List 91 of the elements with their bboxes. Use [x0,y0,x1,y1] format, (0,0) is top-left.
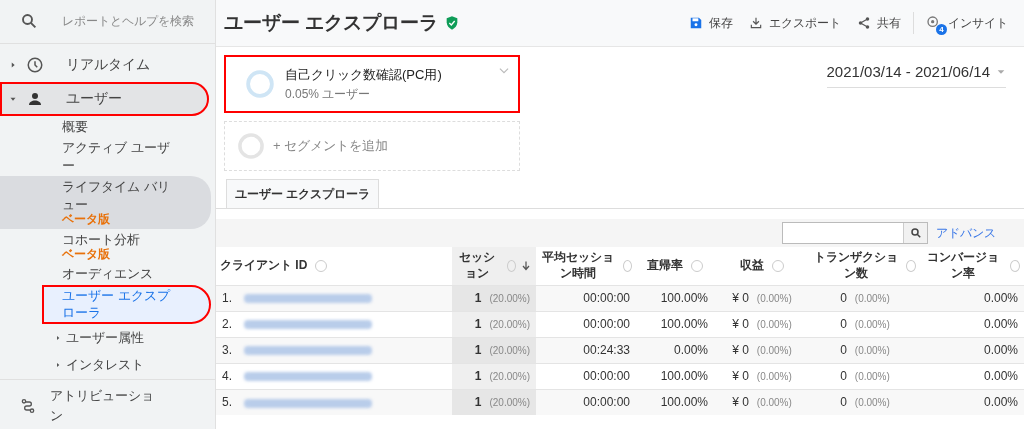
tab[interactable]: ユーザー エクスプローラ [226,179,380,208]
advanced-link[interactable]: アドバンス [936,224,996,242]
page-title: ユーザー エクスプローラ [224,11,439,35]
table-cell: 0 [840,291,847,305]
table-cell: (20.00%) [489,345,530,356]
notification-badge: 4 [936,24,947,35]
sidebar-subitem[interactable]: インタレスト [0,351,211,379]
table-cell: (0.00%) [756,319,792,330]
toolbar-button[interactable]: エクスポート [741,14,849,32]
share-icon [857,16,871,30]
table-cell: ¥ 0 [732,291,749,305]
sidebar-subitem[interactable]: 概要 [0,115,211,138]
table-cell: 100.00% [636,285,714,311]
nav-item[interactable]: アトリビューション [50,386,160,425]
table-cell: (0.00%) [756,293,792,304]
table-cell: 3. [222,343,232,357]
table-cell: ¥ 0 [732,395,749,410]
column-header[interactable]: トランザクション数 [810,247,920,285]
column-header[interactable]: セッション [452,247,536,285]
nav-item[interactable]: ユーザー [0,81,209,116]
table-cell: (20.00%) [489,319,530,330]
table-cell: ¥ 0 [732,343,749,357]
table-cell: (0.00%) [756,371,792,382]
route-icon [20,397,36,414]
date-range-picker[interactable]: 2021/03/14 - 2021/06/14 [826,59,1006,88]
table-cell: (0.00%) [756,397,792,409]
table-cell: 0 [840,395,847,410]
table-cell: 2. [222,317,232,331]
segment-detail: 0.05% ユーザー [285,85,372,103]
table-cell: (0.00%) [854,345,890,356]
table-cell: 0.00% [636,337,714,363]
table-cell: 0 [840,343,847,357]
table-cell: (0.00%) [756,345,792,356]
table-cell: 1 [474,343,482,357]
table-cell: 00:00:00 [536,389,636,415]
table-cell: ¥ 0 [732,317,749,331]
table-cell: 00:00:00 [536,285,636,311]
caret-icon [54,333,62,342]
beta-label: ベータ版 [62,213,110,227]
search-button[interactable] [903,223,927,243]
column-header[interactable]: コンバージョン率 [920,247,1024,285]
sidebar-subitem[interactable]: ユーザー エクスプローラ [42,284,211,324]
toolbar-button[interactable]: 保存 [681,14,741,32]
search-field[interactable]: レポートとヘルプを検索 [60,11,210,32]
segment-card[interactable]: 自己クリック数確認(PC用) 0.05% ユーザー [224,55,520,113]
table-cell: 100.00% [636,389,714,415]
sidebar-subitem[interactable]: ライフタイム バリュー ベータ版 [0,176,211,229]
column-header[interactable]: クライアント ID [216,247,452,285]
column-header[interactable]: 収益 [714,247,810,285]
add-segment-button[interactable]: + セグメントを追加 [224,121,520,171]
table-cell: 0.00% [920,285,1024,311]
clock-icon [26,55,44,74]
table-cell: 0 [840,369,847,383]
nav-item[interactable]: リアルタイム [0,47,209,82]
table-cell: 1. [222,291,232,305]
column-header[interactable]: 直帰率 [636,247,714,285]
column-header[interactable]: 平均セッション時間 [536,247,636,285]
caret-icon [54,361,62,370]
search-icon [909,227,922,239]
table-cell: 5. [222,395,232,410]
table-search-field[interactable] [782,222,928,244]
table-cell: (20.00%) [489,293,530,304]
download-icon [749,16,763,30]
sidebar-subitem[interactable]: アクティブ ユーザー [0,137,211,177]
beta-label: ベータ版 [62,248,110,262]
table-cell: 4. [222,369,232,383]
ring-icon [245,69,275,99]
table-cell: 1 [474,291,482,305]
table-cell: 1 [474,395,482,410]
table-cell: (20.00%) [489,371,530,382]
toolbar-button[interactable]: 共有 [849,14,909,32]
table-cell: (0.00%) [854,371,890,382]
sidebar-subitem[interactable]: ユーザー属性 [0,323,211,352]
table-cell: 1 [474,369,482,383]
table-cell: 00:24:33 [536,337,636,363]
table-cell: (0.00%) [854,293,890,304]
table-cell: (0.00%) [854,319,890,330]
table-cell: 0.00% [920,389,1024,415]
toolbar-button[interactable]: 4 インサイト [918,14,1016,32]
ring-icon [237,132,265,160]
sidebar-subitem[interactable]: コホート分析 ベータ版 [0,228,211,264]
search-icon [20,12,38,31]
table-cell: 0 [840,317,847,331]
segment-name: 自己クリック数確認(PC用) [285,66,442,85]
table-cell: (0.00%) [854,397,890,409]
sidebar-subitem[interactable]: オーディエンス [0,263,211,285]
table-cell: 0.00% [920,337,1024,363]
save-icon [689,16,703,30]
table-cell: (20.00%) [489,397,530,409]
table-cell: ¥ 0 [732,369,749,383]
table-cell: 1 [474,317,482,331]
